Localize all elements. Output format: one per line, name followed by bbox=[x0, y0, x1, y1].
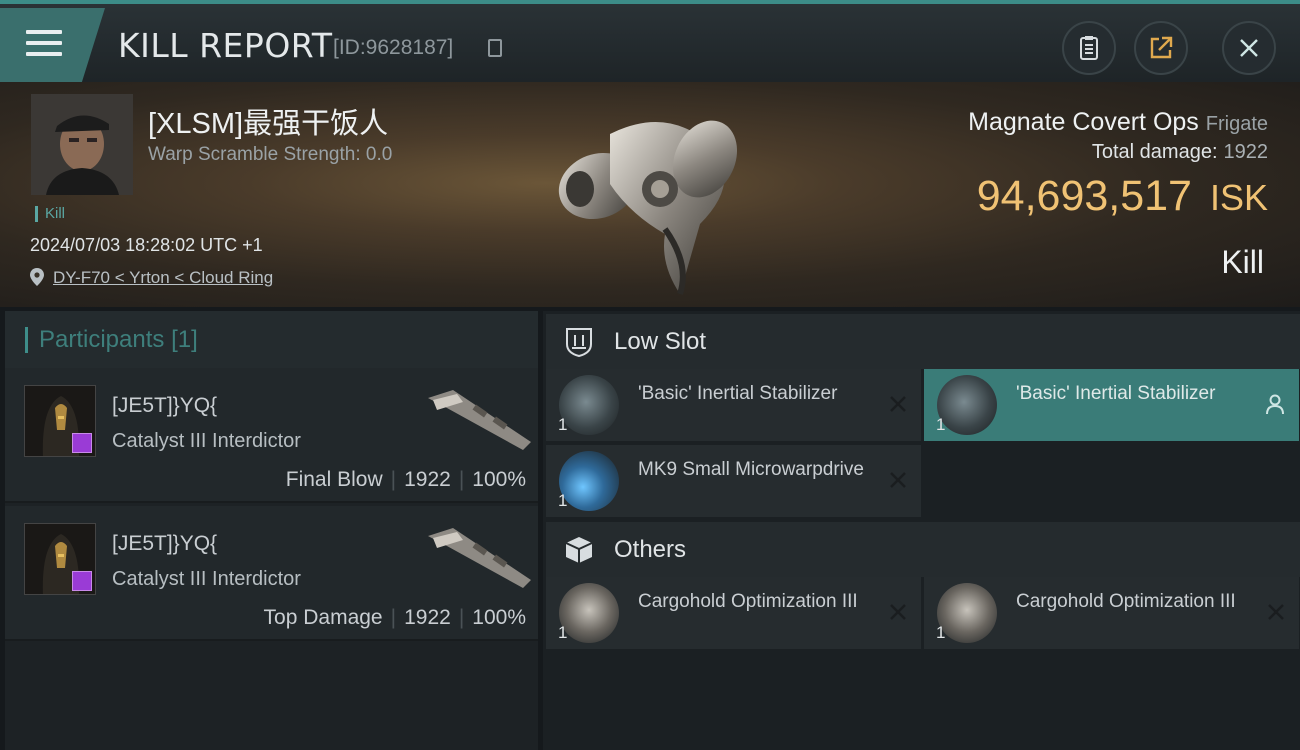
total-damage-value: 1922 bbox=[1223, 141, 1269, 163]
participant-role: Top Damage bbox=[263, 606, 383, 629]
module-item[interactable]: 1 Cargohold Optimization III bbox=[546, 577, 921, 649]
module-qty: 1 bbox=[558, 415, 568, 434]
participant-role: Final Blow bbox=[285, 468, 383, 491]
participants-header: Participants [1] bbox=[5, 311, 538, 368]
module-name: Cargohold Optimization III bbox=[638, 591, 858, 612]
location-pin-icon bbox=[30, 268, 44, 286]
destroyed-x-icon bbox=[890, 604, 906, 620]
module-item[interactable]: 1 Cargohold Optimization III bbox=[924, 577, 1299, 649]
total-damage: Total damage: 1922 bbox=[1091, 141, 1269, 163]
module-name: 'Basic' Inertial Stabilizer bbox=[638, 383, 838, 404]
victim-name[interactable]: [XLSM]最强干饭人 bbox=[148, 100, 388, 142]
inertial-stabilizer-icon bbox=[937, 375, 997, 435]
menu-icon bbox=[26, 30, 62, 58]
participant-damage: 1922 bbox=[404, 468, 451, 491]
ship-render bbox=[558, 120, 738, 295]
participant-name[interactable]: [JE5T]}YQ{ bbox=[112, 394, 217, 418]
destroyed-x-icon bbox=[890, 472, 906, 488]
module-item[interactable]: 1 MK9 Small Microwarpdrive bbox=[546, 445, 921, 517]
others-title: Others bbox=[614, 536, 687, 563]
participants-count: [1] bbox=[171, 326, 198, 353]
module-qty: 1 bbox=[936, 623, 946, 642]
warp-scramble-strength: Warp Scramble Strength: 0.0 bbox=[148, 144, 393, 165]
isk-unit: ISK bbox=[1209, 177, 1268, 218]
result-label: Kill bbox=[1221, 244, 1264, 280]
participant-percent: 100% bbox=[472, 606, 526, 629]
close-button[interactable] bbox=[1222, 21, 1276, 75]
microwarpdrive-icon bbox=[559, 451, 619, 511]
clipboard-button[interactable] bbox=[1062, 21, 1116, 75]
participant-stats: Final Blow | 1922 | 100% bbox=[285, 468, 526, 491]
module-name: MK9 Small Microwarpdrive bbox=[638, 459, 864, 480]
cargohold-optimization-icon bbox=[559, 583, 619, 643]
isk-value: 94,693,517 ISK bbox=[976, 172, 1268, 220]
corp-badge bbox=[72, 571, 92, 591]
low-slot-title: Low Slot bbox=[614, 328, 707, 355]
destroyed-x-icon bbox=[890, 396, 906, 412]
copy-id-icon[interactable] bbox=[488, 39, 502, 57]
participant-stats: Top Damage | 1922 | 100% bbox=[263, 606, 526, 629]
participant-damage: 1922 bbox=[404, 606, 451, 629]
top-bar: KILL REPORT [ID:9628187] bbox=[0, 0, 1300, 82]
participant-ship: Catalyst III Interdictor bbox=[112, 568, 301, 590]
weapon-icon bbox=[428, 390, 531, 450]
participant-row[interactable]: [JE5T]}YQ{ Catalyst III Interdictor Fina… bbox=[5, 368, 538, 503]
participant-row[interactable]: [JE5T]}YQ{ Catalyst III Interdictor Top … bbox=[5, 506, 538, 641]
module-name: 'Basic' Inertial Stabilizer bbox=[1016, 383, 1216, 404]
module-item[interactable]: 1 'Basic' Inertial Stabilizer bbox=[546, 369, 921, 441]
others-header: Others bbox=[546, 522, 1300, 577]
participant-percent: 100% bbox=[472, 468, 526, 491]
destroyed-x-icon bbox=[1268, 604, 1284, 620]
participants-title: Participants [1] bbox=[25, 327, 198, 353]
menu-button[interactable] bbox=[0, 8, 105, 82]
weapon-icon bbox=[428, 528, 531, 588]
victim-banner: [XLSM]最强干饭人 Warp Scramble Strength: 0.0 … bbox=[0, 82, 1300, 307]
share-icon bbox=[1150, 36, 1173, 59]
cargo-box-icon bbox=[565, 537, 593, 563]
ship-name[interactable]: Magnate Covert Ops Frigate bbox=[968, 108, 1268, 137]
victim-portrait[interactable] bbox=[31, 94, 133, 195]
module-name: Cargohold Optimization III bbox=[1016, 591, 1236, 612]
corp-badge bbox=[72, 433, 92, 453]
kill-tag: Kill bbox=[35, 206, 65, 222]
inertial-stabilizer-icon bbox=[559, 375, 619, 435]
low-slot-header: Low Slot bbox=[546, 314, 1300, 369]
page-title: KILL REPORT bbox=[118, 26, 333, 65]
location-link[interactable]: DY-F70 < Yrton < Cloud Ring bbox=[53, 268, 273, 288]
report-id: [ID:9628187] bbox=[333, 36, 454, 59]
module-qty: 1 bbox=[558, 491, 568, 510]
fitting-panel: Low Slot 1 'Basic' Inertial Stabilizer 1… bbox=[543, 311, 1300, 750]
participant-name[interactable]: [JE5T]}YQ{ bbox=[112, 532, 217, 556]
user-icon bbox=[1266, 394, 1284, 415]
module-item[interactable]: 1 'Basic' Inertial Stabilizer bbox=[924, 369, 1299, 441]
close-icon bbox=[1240, 39, 1258, 57]
participants-panel: Participants [1] [JE5T]}YQ{ Catalyst III… bbox=[5, 311, 538, 750]
ship-class: Frigate bbox=[1205, 113, 1268, 135]
module-qty: 1 bbox=[558, 623, 568, 642]
low-slot-icon bbox=[566, 328, 592, 358]
module-qty: 1 bbox=[936, 415, 946, 434]
cargohold-optimization-icon bbox=[937, 583, 997, 643]
participant-ship: Catalyst III Interdictor bbox=[112, 430, 301, 452]
kill-datetime: 2024/07/03 18:28:02 UTC +1 bbox=[30, 235, 263, 255]
share-button[interactable] bbox=[1134, 21, 1188, 75]
clipboard-icon bbox=[1080, 36, 1098, 60]
